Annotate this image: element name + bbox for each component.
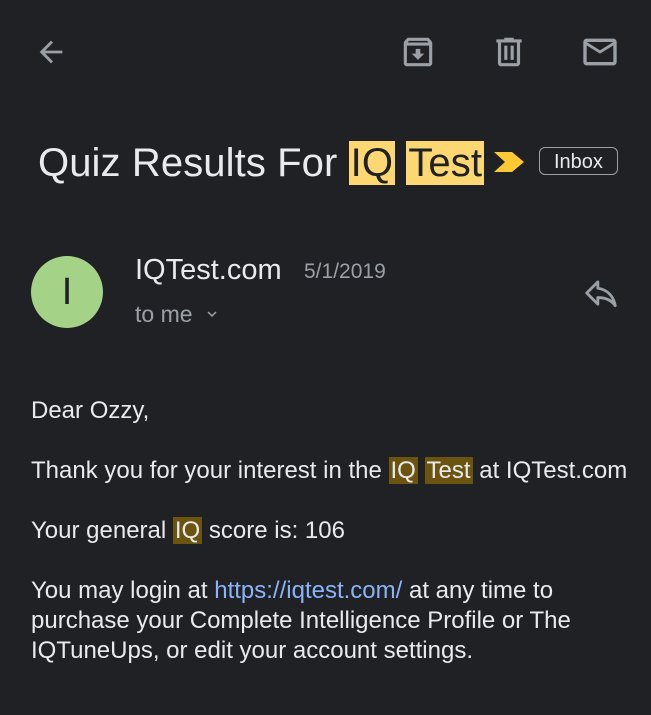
subject-title: Quiz Results For IQ Test xyxy=(38,136,485,190)
recipient-details-toggle[interactable]: to me xyxy=(135,300,221,328)
search-highlight: Test xyxy=(406,141,485,185)
search-highlight: Test xyxy=(424,457,473,484)
body-paragraph-line: purchase your Complete Intelligence Prof… xyxy=(31,607,571,634)
avatar[interactable]: I xyxy=(31,256,103,328)
iqtest-link[interactable]: https://iqtest.com/ xyxy=(214,577,402,604)
mark-unread-button[interactable] xyxy=(577,30,623,74)
archive-button[interactable] xyxy=(396,30,440,74)
reply-button[interactable] xyxy=(578,270,624,316)
body-paragraph: Your general IQ score is: 106 xyxy=(31,517,345,544)
label-chip-inbox[interactable]: Inbox xyxy=(539,147,618,175)
importance-chevron-icon xyxy=(494,152,524,172)
greeting: Dear Ozzy, xyxy=(31,397,150,424)
body-paragraph: Thank you for your interest in the IQ Te… xyxy=(31,457,628,484)
chevron-down-icon xyxy=(207,311,217,317)
importance-marker[interactable] xyxy=(492,150,526,174)
arrow-back-icon xyxy=(39,40,63,64)
message-date: 5/1/2019 xyxy=(304,260,386,283)
body-paragraph: You may login at https://iqtest.com/ at … xyxy=(31,577,554,604)
search-highlight: IQ xyxy=(172,517,203,544)
back-button[interactable] xyxy=(28,32,74,72)
mail-icon xyxy=(583,38,617,66)
avatar-letter: I xyxy=(61,270,73,313)
body-paragraph-line: IQTuneUps, or edit your account settings… xyxy=(31,637,473,664)
search-highlight: IQ xyxy=(348,141,396,185)
archive-icon xyxy=(403,37,433,67)
message-body: Dear Ozzy, Thank you for your interest i… xyxy=(31,396,651,666)
subject-text: Quiz Results For xyxy=(38,141,349,185)
reply-icon xyxy=(585,280,617,308)
recipient-label: to me xyxy=(135,301,193,327)
search-highlight: IQ xyxy=(388,457,418,484)
sender-name: IQTest.com xyxy=(135,254,282,286)
delete-button[interactable] xyxy=(487,30,531,74)
trash-icon xyxy=(496,37,522,67)
